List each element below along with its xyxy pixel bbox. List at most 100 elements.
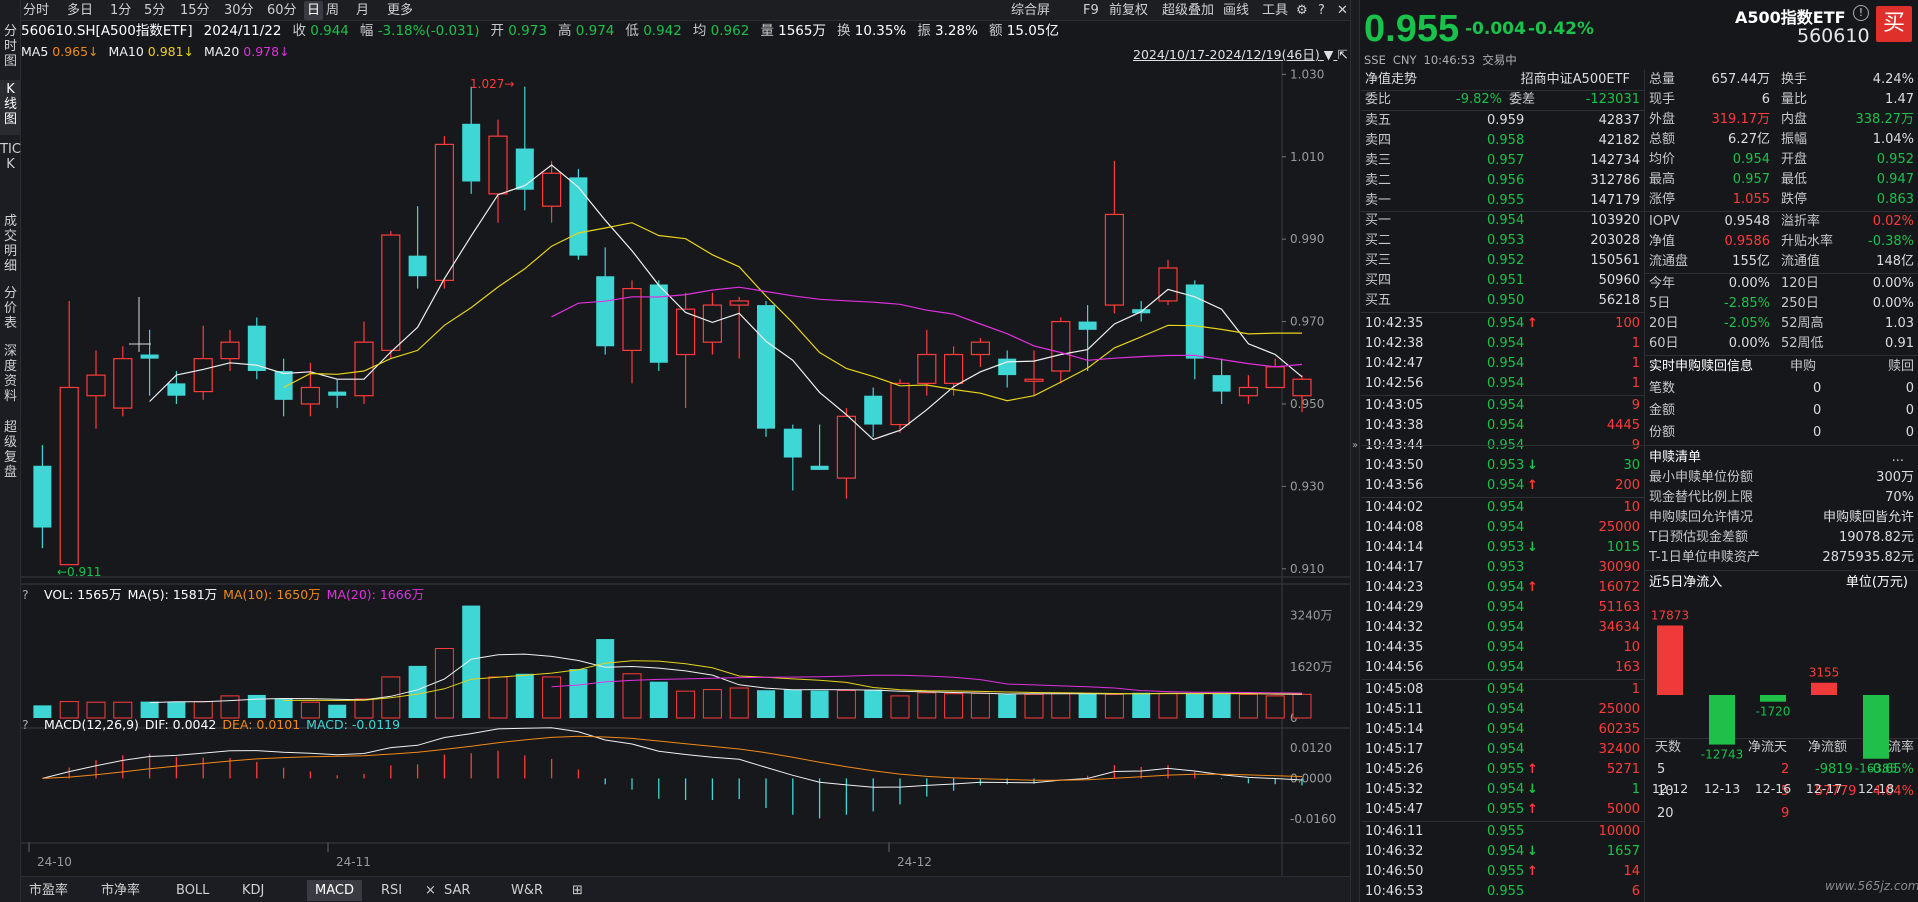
stat-value: 0.00% bbox=[1872, 276, 1914, 291]
indicator-tab-6[interactable]: SAR bbox=[444, 880, 470, 901]
collapse-panel-button[interactable]: » bbox=[1350, 0, 1360, 902]
period-tab-1[interactable]: 多日 bbox=[67, 1, 93, 20]
tick-time: 10:44:35 bbox=[1365, 640, 1424, 655]
net-inflow-label: -12743 bbox=[1701, 748, 1744, 762]
volume-bar bbox=[1238, 693, 1258, 719]
tick-time: 10:43:38 bbox=[1365, 418, 1424, 433]
side-tab-2[interactable]: TICK bbox=[0, 140, 21, 206]
side-tab-6[interactable]: 超级复盘 bbox=[0, 418, 21, 498]
tool-0[interactable]: 综合屏 bbox=[1011, 1, 1050, 20]
stat-value: 0.947 bbox=[1876, 172, 1914, 187]
stat-value: 148亿 bbox=[1876, 254, 1914, 269]
period-tab-5[interactable]: 30分 bbox=[224, 1, 254, 20]
close-icon[interactable]: ✕ bbox=[1337, 1, 1348, 20]
date-range-selector[interactable]: 2024/10/17-2024/12/19(46日) ▼ ⇱ bbox=[1133, 44, 1348, 63]
candle-body bbox=[1104, 213, 1125, 306]
indicator-tab-1[interactable]: 市净率 bbox=[101, 880, 140, 901]
side-tab-0[interactable]: 分时图 bbox=[0, 22, 21, 77]
indicator-tab-7[interactable]: W&R bbox=[511, 880, 543, 901]
side-tab-3[interactable]: 成交明细 bbox=[0, 212, 21, 278]
period-tab-4[interactable]: 15分 bbox=[180, 1, 210, 20]
net-inflow-label: -16385 bbox=[1855, 762, 1898, 776]
wb-label: 委比 bbox=[1365, 92, 1392, 107]
tool-2[interactable]: 前复权 bbox=[1109, 1, 1148, 20]
avg-value: 0.962 bbox=[710, 23, 750, 39]
period-tab-7[interactable]: 日 bbox=[304, 1, 324, 20]
stat-row: 60日 0.00% 52周低 0.91 bbox=[1645, 334, 1918, 354]
stat-label: 5日 bbox=[1649, 296, 1671, 311]
tick-row: 10:46:11 0.955 10000 bbox=[1361, 822, 1644, 842]
volume-bar bbox=[1051, 692, 1071, 719]
indicator-tab-3[interactable]: KDJ bbox=[242, 880, 264, 901]
stat-value: -2.05% bbox=[1724, 316, 1770, 331]
tick-price: 0.954 bbox=[1487, 620, 1525, 635]
buy-button[interactable]: 买 bbox=[1876, 6, 1912, 42]
tool-1[interactable]: F9 bbox=[1083, 1, 1099, 20]
period-tab-2[interactable]: 1分 bbox=[110, 1, 131, 20]
bid-price: 0.951 bbox=[1487, 273, 1525, 288]
candle-body bbox=[300, 386, 320, 405]
vol-tick-label: 3240万 bbox=[1290, 609, 1333, 623]
y-tick-label: 0.970 bbox=[1290, 315, 1324, 329]
candle-body bbox=[783, 428, 802, 458]
tick-row: 10:45:32 0.954 1 ↓ bbox=[1361, 780, 1644, 800]
period-tab-0[interactable]: 分时 bbox=[23, 1, 49, 20]
up-arrow-icon: ↑ bbox=[1527, 762, 1538, 777]
info-icon[interactable]: ! bbox=[1853, 5, 1869, 21]
tick-time: 10:45:47 bbox=[1365, 802, 1424, 817]
indicator-tab-0[interactable]: 市盈率 bbox=[29, 880, 68, 901]
expand-icon[interactable]: ⇱ bbox=[1337, 47, 1347, 62]
bid-volume: 150561 bbox=[1590, 253, 1640, 268]
tick-price: 0.955 bbox=[1487, 802, 1525, 817]
kline-chart[interactable]: 1.030 1.010 0.990 0.970 0.950 0.930 0.910 1.027… bbox=[21, 62, 1350, 876]
net-inflow-date: 12-17 bbox=[1806, 781, 1842, 796]
tool-4[interactable]: 画线 bbox=[1223, 1, 1249, 20]
side-tab-4[interactable]: 分价表 bbox=[0, 284, 21, 339]
exchange-line: SSE CNY 10:46:53 交易中 bbox=[1364, 52, 1524, 68]
net-inflow-label: -1720 bbox=[1756, 705, 1791, 719]
indicator-tab-5[interactable]: RSI bbox=[381, 880, 402, 901]
help-icon[interactable]: ? bbox=[22, 717, 34, 732]
tick-price: 0.954 bbox=[1487, 722, 1525, 737]
indicator-tab-2[interactable]: BOLL bbox=[176, 880, 209, 901]
tool-5[interactable]: 工具 bbox=[1262, 1, 1288, 20]
period-tab-9[interactable]: 月 bbox=[356, 1, 369, 20]
list-row: T日预估现金差额 19078.82元 bbox=[1645, 528, 1918, 548]
period-tab-8[interactable]: 周 bbox=[326, 1, 339, 20]
list-row: 申购赎回允许情况 申购赎回皆允许 bbox=[1645, 508, 1918, 528]
redeem-label: 笔数 bbox=[1649, 381, 1676, 396]
date-range-text: 2024/10/17-2024/12/19(46日) bbox=[1133, 47, 1320, 62]
candle bbox=[649, 280, 668, 371]
gear-icon[interactable]: ⚙ bbox=[1296, 1, 1308, 20]
tick-row: 10:45:17 0.954 32400 bbox=[1361, 740, 1644, 760]
add-tab-icon[interactable]: ⊞ bbox=[572, 880, 583, 901]
help-icon[interactable]: ? bbox=[22, 587, 34, 602]
period-tab-10[interactable]: 更多 bbox=[387, 1, 413, 20]
period-tab-6[interactable]: 60分 bbox=[267, 1, 297, 20]
volume-bar bbox=[676, 690, 696, 719]
help-circle-icon[interactable]: ? bbox=[1318, 1, 1325, 20]
stat-label: 120日 bbox=[1781, 276, 1819, 291]
side-tab-1[interactable]: K线图 bbox=[0, 80, 21, 135]
stat-value: 0.954 bbox=[1732, 152, 1770, 167]
tick-price: 0.954 bbox=[1487, 316, 1525, 331]
tick-time: 10:45:08 bbox=[1365, 682, 1424, 697]
redeem-label: 金额 bbox=[1649, 403, 1676, 418]
candle-body bbox=[970, 341, 991, 356]
tick-time: 10:43:56 bbox=[1365, 478, 1424, 493]
close-field: 收 0.944 bbox=[292, 21, 348, 42]
candle bbox=[300, 362, 320, 417]
app-window: 分时图 K线图 TICK 成交明细分价表深度资料超级复盘 分时 多日 1分 5分 15分 30分… bbox=[0, 0, 1918, 902]
indicator-tab-4[interactable]: MACD bbox=[307, 880, 362, 901]
side-tab-5[interactable]: 深度资料 bbox=[0, 342, 21, 414]
candle-body bbox=[675, 308, 696, 356]
close-tab-icon[interactable]: × bbox=[425, 880, 436, 901]
stat-label: 净值 bbox=[1649, 234, 1676, 249]
candle-body bbox=[1051, 320, 1071, 372]
candle bbox=[193, 325, 213, 400]
period-tab-3[interactable]: 5分 bbox=[144, 1, 165, 20]
bid-price: 0.952 bbox=[1487, 253, 1525, 268]
redeem-val: 0 bbox=[1813, 381, 1822, 396]
tool-3[interactable]: 超级叠加 bbox=[1162, 1, 1214, 20]
tick-volume: 1 bbox=[1631, 682, 1640, 697]
